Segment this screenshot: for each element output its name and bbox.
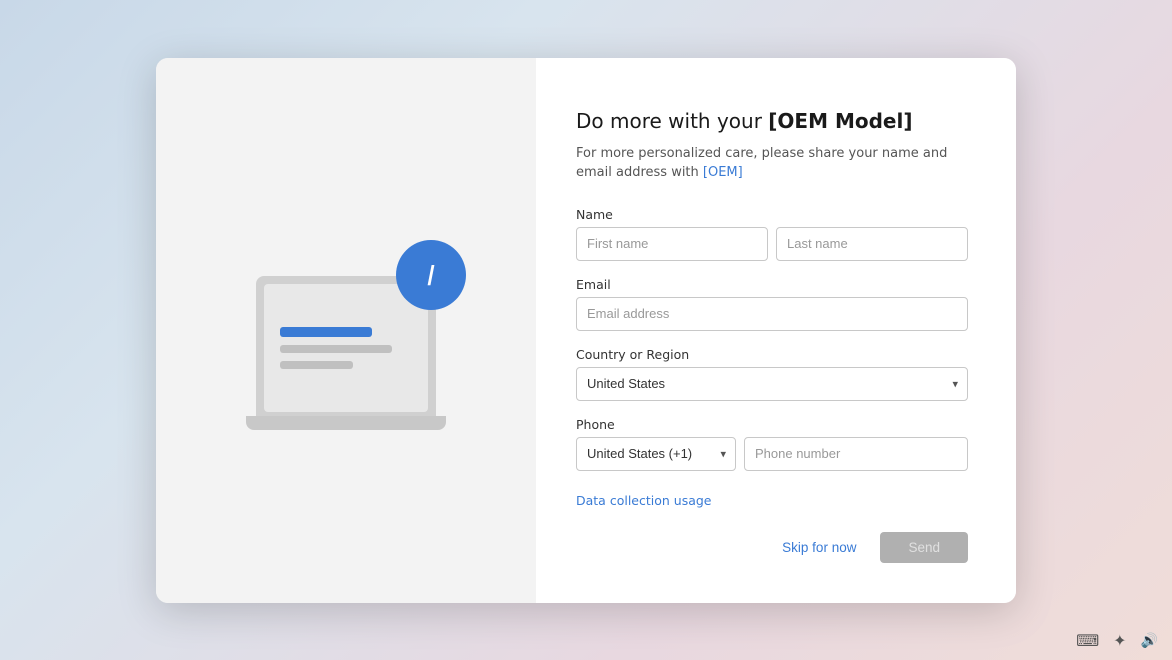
- dialog-title: Do more with your [OEM Model]: [576, 108, 968, 134]
- screen-content: [264, 284, 428, 412]
- name-field-group: Name: [576, 207, 968, 261]
- send-button[interactable]: Send: [880, 532, 968, 563]
- main-dialog: I Do more with your [OEM Model] For more…: [156, 58, 1016, 603]
- taskbar-icons: ⌨ ✦ 🔊: [1076, 631, 1158, 650]
- country-select-wrapper: United States Canada United Kingdom Aust…: [576, 367, 968, 401]
- phone-number-input[interactable]: [744, 437, 968, 471]
- illustration-panel: I: [156, 58, 536, 603]
- email-field-group: Email: [576, 277, 968, 331]
- name-input-row: [576, 227, 968, 261]
- form-panel: Do more with your [OEM Model] For more p…: [536, 58, 1016, 603]
- screen-bar-gray-1: [280, 345, 392, 353]
- screen-bar-blue: [280, 327, 372, 337]
- name-label: Name: [576, 207, 968, 222]
- phone-row: United States (+1) Canada (+1) United Ki…: [576, 437, 968, 471]
- country-field-group: Country or Region United States Canada U…: [576, 347, 968, 401]
- last-name-input[interactable]: [776, 227, 968, 261]
- dialog-subtitle: For more personalized care, please share…: [576, 144, 968, 183]
- skip-button[interactable]: Skip for now: [770, 532, 868, 563]
- volume-icon[interactable]: 🔊: [1141, 633, 1158, 649]
- phone-country-select-wrapper: United States (+1) Canada (+1) United Ki…: [576, 437, 736, 471]
- email-input[interactable]: [576, 297, 968, 331]
- screen-bar-gray-2: [280, 361, 353, 369]
- dialog-footer: Skip for now Send: [576, 532, 968, 563]
- chat-bubble-icon: I: [396, 240, 466, 310]
- phone-label: Phone: [576, 417, 968, 432]
- data-collection-link[interactable]: Data collection usage: [576, 493, 968, 508]
- keyboard-icon[interactable]: ⌨: [1076, 631, 1099, 650]
- first-name-input[interactable]: [576, 227, 768, 261]
- country-label: Country or Region: [576, 347, 968, 362]
- country-select[interactable]: United States Canada United Kingdom Aust…: [576, 367, 968, 401]
- laptop-base: [246, 416, 446, 430]
- form-content: Do more with your [OEM Model] For more p…: [576, 108, 968, 508]
- subtitle-oem-link[interactable]: [OEM]: [703, 165, 743, 180]
- phone-country-select[interactable]: United States (+1) Canada (+1) United Ki…: [576, 437, 736, 471]
- accessibility-icon[interactable]: ✦: [1113, 631, 1126, 650]
- phone-field-group: Phone United States (+1) Canada (+1) Uni…: [576, 417, 968, 471]
- laptop-illustration: I: [236, 230, 456, 430]
- email-label: Email: [576, 277, 968, 292]
